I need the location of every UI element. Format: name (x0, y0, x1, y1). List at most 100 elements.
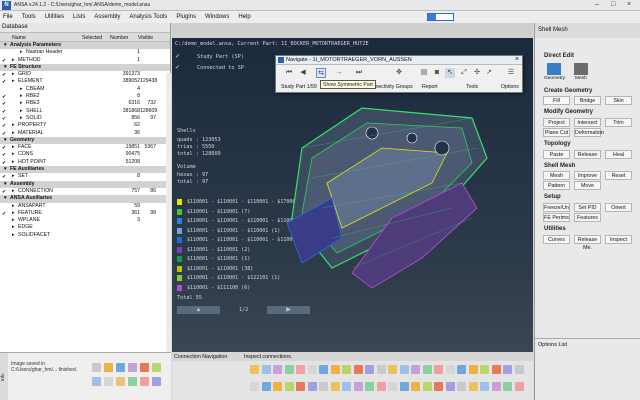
tree-row[interactable]: ✔ ▸ CONS 90475 (0, 151, 170, 158)
legend-row[interactable]: $110001 - $110001 (1) (177, 255, 250, 263)
curves-button[interactable]: Curves (543, 235, 570, 244)
toolbar-tool-icon[interactable] (273, 382, 282, 391)
toolbar-tool-icon[interactable] (365, 382, 374, 391)
toolbar-tool-icon[interactable] (319, 382, 328, 391)
chevron-down-icon[interactable]: ▾ (4, 64, 7, 71)
bridge-button[interactable]: Bridge (574, 96, 601, 105)
chevron-right-icon[interactable]: ▸ (12, 203, 15, 210)
chevron-down-icon[interactable]: ▾ (4, 195, 7, 202)
toolbar-tool-icon[interactable] (434, 365, 443, 374)
chevron-right-icon[interactable]: ▸ (12, 130, 15, 137)
toolbar-tool-icon[interactable] (422, 365, 432, 374)
toolbar-tool-icon[interactable] (250, 365, 259, 374)
chevron-right-icon[interactable]: ▸ (12, 57, 15, 64)
delete-icon[interactable] (140, 363, 149, 372)
toolbar-tool-icon[interactable] (376, 382, 386, 391)
legend-row[interactable]: $110001 - $110001 - $122101 (1) (177, 274, 280, 282)
tree-row[interactable]: ✔ ▸ PROPERTY 62 (0, 122, 170, 129)
toolbar-tool-icon[interactable] (411, 365, 420, 374)
pager-prev-button[interactable]: ▲ (177, 306, 220, 314)
improve-button[interactable]: Improve (574, 171, 601, 180)
mesh-icon[interactable] (128, 377, 137, 386)
chevron-right-icon[interactable]: ▸ (20, 86, 23, 93)
menu-file[interactable]: File (3, 14, 13, 20)
toolbar-tool-icon[interactable] (514, 382, 524, 391)
first-part-icon[interactable]: ⏮ (284, 68, 294, 78)
toolbar-tool-icon[interactable] (296, 382, 305, 391)
freeze-button[interactable]: Freeze/Un (543, 203, 570, 212)
legend-row[interactable]: $110001 - $111100 (6) (177, 284, 250, 292)
project-button[interactable]: Project (543, 118, 570, 127)
mesh-label[interactable]: Mesh (575, 76, 587, 81)
visibility-icon[interactable] (116, 363, 125, 372)
tree-scrollbar[interactable] (166, 73, 171, 368)
toolbar-tool-icon[interactable] (388, 382, 397, 391)
search-input[interactable] (427, 13, 454, 21)
pager-next-button[interactable]: ▶ (267, 306, 310, 314)
tree-row[interactable]: ▸ SOLIDFACET (0, 232, 170, 239)
toolbar-tool-icon[interactable] (261, 382, 271, 391)
menu-lists[interactable]: Lists (73, 14, 85, 20)
chevron-down-icon[interactable]: ▾ (4, 181, 7, 188)
prev-part-icon[interactable]: ◀ (298, 68, 308, 78)
chevron-right-icon[interactable]: ▸ (12, 232, 15, 239)
toolbar-tool-icon[interactable] (330, 382, 340, 391)
mesh-model[interactable] (272, 88, 502, 303)
menu-windows[interactable]: Windows (205, 14, 229, 20)
toolbar-tool-icon[interactable] (353, 365, 363, 374)
chevron-down-icon[interactable]: ▾ (4, 42, 7, 49)
chevron-right-icon[interactable]: ▸ (12, 210, 15, 217)
tree-row[interactable]: ▸ EDGE (0, 224, 170, 231)
mesh-icon[interactable] (574, 63, 588, 75)
chevron-down-icon[interactable]: ▾ (4, 137, 7, 144)
menu-plugins[interactable]: Plugins (176, 14, 196, 20)
toolbar-tool-icon[interactable] (491, 365, 501, 374)
toolbar-tool-icon[interactable] (468, 382, 478, 391)
entity-icon[interactable] (104, 363, 113, 372)
chevron-right-icon[interactable]: ▸ (12, 151, 15, 158)
toolbar-tool-icon[interactable] (480, 382, 489, 391)
pattern-button[interactable]: Pattern (543, 181, 570, 190)
mesh-button[interactable]: Mesh (543, 171, 570, 180)
menu-help[interactable]: Help (238, 14, 250, 20)
tree-row[interactable]: ✔ ▸ MATERIAL 36 (0, 130, 170, 137)
plane-cut-button[interactable]: Plane Cut (543, 128, 570, 137)
chevron-down-icon[interactable]: ▾ (4, 166, 7, 173)
release-button[interactable]: Release (574, 150, 601, 159)
info-tab[interactable]: Info (0, 353, 8, 400)
last-part-icon[interactable]: ⏭ (354, 68, 364, 78)
chevron-right-icon[interactable]: ▸ (20, 100, 23, 107)
part-icon[interactable] (152, 377, 161, 386)
deformation-button[interactable]: Deformation (574, 128, 604, 137)
menu-utilities[interactable]: Utilities (45, 14, 64, 20)
maximize-icon[interactable]: □ (611, 1, 615, 8)
menu-tools[interactable]: Tools (22, 14, 36, 20)
chevron-right-icon[interactable]: ▸ (20, 108, 23, 115)
grid-icon[interactable] (104, 377, 113, 386)
tree-row[interactable]: ▾ Assembly (0, 180, 170, 188)
tree-row[interactable]: ▸ CBEAM 4 (0, 86, 170, 93)
toolbar-tool-icon[interactable] (376, 365, 386, 374)
tree-row[interactable]: ✔ ▸ FACE 19851 5367 (0, 144, 170, 151)
tree-row[interactable]: ✔ ▸ FEATURE 361 98 (0, 210, 170, 217)
tree-row[interactable]: ✔ ▸ CONNECTION 757 86 (0, 188, 170, 195)
toolbar-tool-icon[interactable] (342, 382, 351, 391)
close-icon[interactable]: × (627, 1, 631, 8)
toolbar-tool-icon[interactable] (434, 382, 443, 391)
skin-button[interactable]: Skin (605, 96, 632, 105)
next-part-icon[interactable]: → (334, 68, 344, 78)
legend-row[interactable]: $110001 - $110001 (7) (177, 208, 250, 216)
toolbar-tool-icon[interactable] (457, 382, 466, 391)
toolbar-tool-icon[interactable] (399, 365, 409, 374)
tools-move-icon[interactable]: ✣ (472, 68, 482, 78)
col-name[interactable]: Name (12, 35, 26, 41)
chevron-right-icon[interactable]: ▸ (20, 115, 23, 122)
orient-button[interactable]: Orient (605, 203, 632, 212)
toolbar-tool-icon[interactable] (296, 365, 305, 374)
toolbar-tool-icon[interactable] (399, 382, 409, 391)
toolbar-tool-icon[interactable] (411, 382, 420, 391)
chevron-right-icon[interactable]: ▸ (12, 78, 15, 85)
toolbar-tool-icon[interactable] (330, 365, 340, 374)
connection-nav-tab[interactable]: Connection Navigation (174, 354, 227, 360)
pointer-icon[interactable]: ↖ (445, 68, 455, 78)
